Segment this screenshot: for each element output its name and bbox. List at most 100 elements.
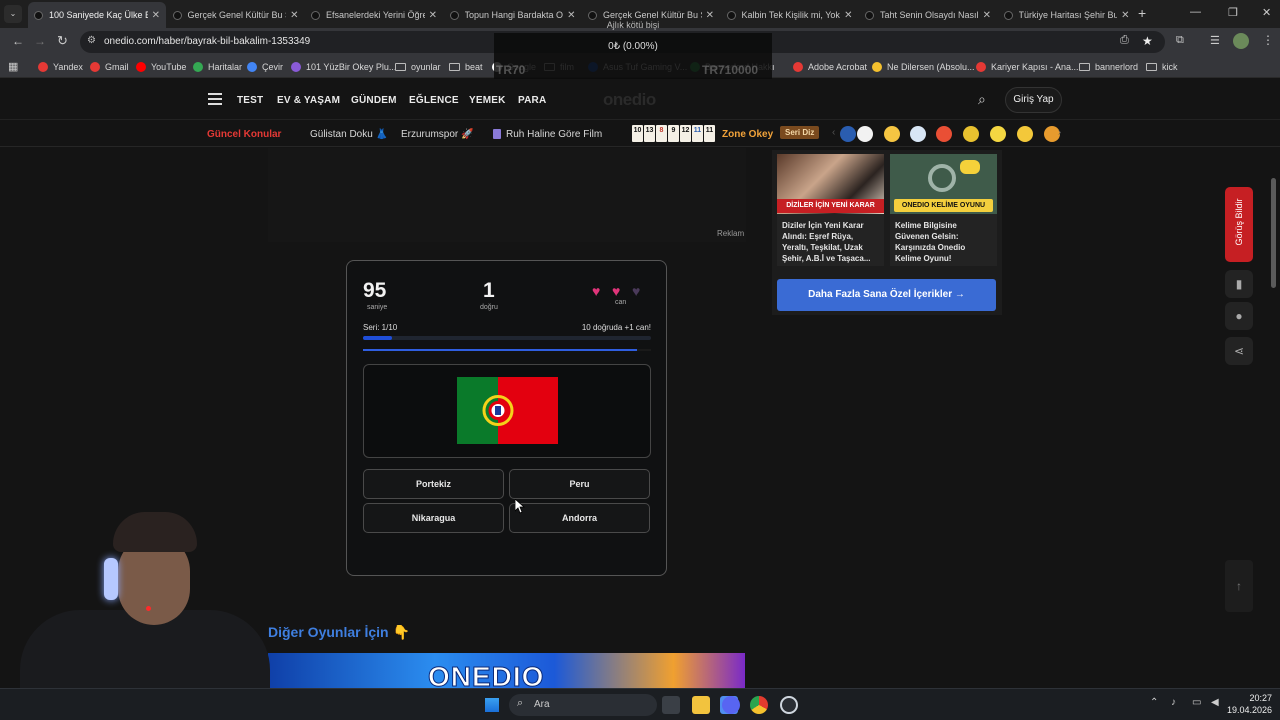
zone-okey-label[interactable]: Zone Okey xyxy=(722,129,773,140)
reading-list-icon[interactable]: ☰ xyxy=(1210,34,1220,47)
topic-item-3[interactable]: Ruh Haline Göre Film xyxy=(506,129,602,140)
tab-search-button[interactable]: ⌄ xyxy=(4,5,22,23)
browser-tab[interactable]: 100 Saniyede Kaç Ülke Bi ✕ xyxy=(28,2,166,28)
game-icon-1[interactable] xyxy=(840,126,856,142)
game-icon-4[interactable] xyxy=(910,126,926,142)
games-banner[interactable]: ONEDIO xyxy=(268,653,745,688)
game-icon-3[interactable] xyxy=(884,126,900,142)
scroll-left-icon[interactable]: ‹ xyxy=(832,127,835,138)
nav-para[interactable]: PARA xyxy=(518,95,546,106)
bookmark-item[interactable]: kick xyxy=(1146,59,1178,75)
tab-close-icon[interactable]: ✕ xyxy=(706,10,714,21)
option-peru[interactable]: Peru xyxy=(509,469,650,499)
bookmark-item[interactable]: oyunlar xyxy=(395,59,441,75)
more-content-button[interactable]: Daha Fazla Sana Özel İçerikler → xyxy=(777,279,996,311)
bookmark-icon[interactable]: ▮ xyxy=(1225,270,1253,298)
task-view-icon[interactable] xyxy=(662,696,680,714)
recommendation-card-1[interactable]: DİZİLER İÇİN YENİ KARAR Diziler İçin Yen… xyxy=(777,154,884,266)
topic-item-1[interactable]: Gülistan Doku 👗 xyxy=(310,129,388,140)
chrome-icon[interactable] xyxy=(750,696,768,714)
site-info-icon[interactable]: ⚙ xyxy=(87,35,96,46)
maximize-button[interactable]: ❐ xyxy=(1228,6,1238,19)
nav-eglence[interactable]: EĞLENCE xyxy=(409,95,459,106)
search-icon[interactable]: ⌕ xyxy=(978,91,986,108)
bookmark-item[interactable]: beat xyxy=(449,59,483,75)
okey-tiles[interactable]: 10 13 8 9 12 11 11 xyxy=(632,125,715,142)
extensions-icon[interactable]: ⧉ xyxy=(1176,34,1184,47)
taskbar-search[interactable]: ⌕ Ara xyxy=(509,694,657,716)
bookmark-item[interactable]: Gmail xyxy=(90,59,129,75)
hamburger-menu-icon[interactable] xyxy=(208,93,222,105)
page-scrollbar[interactable] xyxy=(1271,178,1276,288)
bookmark-item[interactable]: Ne Dilersen (Absolu... xyxy=(872,59,975,75)
bookmark-item[interactable]: YouTube xyxy=(136,59,186,75)
clock-date[interactable]: 19.04.2026 xyxy=(1222,705,1272,715)
login-button[interactable]: Giriş Yap xyxy=(1005,87,1062,113)
install-icon[interactable]: ⎙ xyxy=(1120,34,1129,47)
nav-yemek[interactable]: YEMEK xyxy=(469,95,506,106)
recommendation-card-2[interactable]: ONEDIO KELİME OYUNU Kelime Bilgisine Güv… xyxy=(890,154,997,266)
option-andorra[interactable]: Andorra xyxy=(509,503,650,533)
browser-tab[interactable]: Efsanelerdeki Yerini Öğren ✕ xyxy=(305,2,443,28)
browser-tab[interactable]: Gerçek Genel Kültür Bu Sı ✕ xyxy=(167,2,305,28)
tab-close-icon[interactable]: ✕ xyxy=(1121,10,1129,21)
bookmark-item[interactable]: bannerlord xyxy=(1079,59,1138,75)
bookmark-star-icon[interactable]: ★ xyxy=(1142,34,1153,48)
reload-icon[interactable]: ↻ xyxy=(57,33,68,49)
clock-time[interactable]: 20:27 xyxy=(1238,693,1272,703)
scroll-top-button[interactable]: ↑ xyxy=(1225,560,1253,612)
option-nikaragua[interactable]: Nikaragua xyxy=(363,503,504,533)
bookmark-item[interactable]: 101 YüzBir Okey Plu... xyxy=(291,59,396,75)
game-icon-dk[interactable] xyxy=(857,126,873,142)
scroll-right-icon[interactable]: › xyxy=(1058,127,1061,138)
network-icon[interactable]: ▭ xyxy=(1192,697,1201,708)
volume-icon[interactable]: ◀ xyxy=(1211,697,1219,708)
topic-item-2[interactable]: Erzurumspor 🚀 xyxy=(401,129,473,140)
option-portekiz[interactable]: Portekiz xyxy=(363,469,504,499)
browser-tab[interactable]: Taht Senin Olsaydı Nasıl B ✕ xyxy=(859,2,997,28)
bookmark-favicon-icon xyxy=(38,62,48,72)
tray-chevron-icon[interactable]: ⌃ xyxy=(1150,697,1158,708)
tab-close-icon[interactable]: ✕ xyxy=(152,10,160,21)
game-icon-7[interactable] xyxy=(990,126,1006,142)
share-icon[interactable]: ⋖ xyxy=(1225,337,1253,365)
menu-icon[interactable]: ⋮ xyxy=(1262,33,1274,47)
feedback-button[interactable]: Görüş Bildir xyxy=(1225,187,1253,262)
banner-text: ONEDIO xyxy=(427,661,545,689)
browser-tab[interactable]: Türkiye Haritası Şehir Bulı ✕ xyxy=(998,2,1136,28)
tab-close-icon[interactable]: ✕ xyxy=(983,10,991,21)
close-window-button[interactable]: ✕ xyxy=(1262,6,1271,19)
tab-close-icon[interactable]: ✕ xyxy=(429,10,437,21)
nav-gundem[interactable]: GÜNDEM xyxy=(351,95,397,106)
game-icon-5[interactable] xyxy=(936,126,952,142)
steam-icon[interactable] xyxy=(780,696,798,714)
nav-ev-yasam[interactable]: EV & YAŞAM xyxy=(277,95,340,106)
minimize-button[interactable]: — xyxy=(1190,6,1201,18)
game-icon-8[interactable] xyxy=(1017,126,1033,142)
card-2-caption[interactable]: Kelime Bilgisine Güvenen Gelsin: Karşını… xyxy=(895,220,993,264)
new-tab-button[interactable]: + xyxy=(1138,5,1146,21)
profile-avatar[interactable] xyxy=(1233,33,1249,49)
site-logo[interactable]: onedio xyxy=(603,90,656,110)
bookmark-item[interactable]: Yandex xyxy=(38,59,83,75)
bookmark-item[interactable]: Kariyer Kapısı - Ana... xyxy=(976,59,1079,75)
forward-icon[interactable]: → xyxy=(34,34,46,48)
discord-icon[interactable] xyxy=(722,696,740,714)
card-1-caption[interactable]: Diziler İçin Yeni Karar Alındı: Eşref Rü… xyxy=(782,220,880,264)
file-explorer-icon[interactable] xyxy=(692,696,710,714)
seri-diz-badge[interactable]: Seri Diz xyxy=(780,126,820,139)
windows-start-icon[interactable] xyxy=(485,698,499,712)
apps-icon[interactable]: ▦ xyxy=(8,60,18,73)
tab-close-icon[interactable]: ✕ xyxy=(290,10,298,21)
back-icon[interactable]: ← xyxy=(12,34,24,48)
tab-close-icon[interactable]: ✕ xyxy=(567,10,575,21)
url-text[interactable]: onedio.com/haber/bayrak-bil-bakalim-1353… xyxy=(104,36,310,47)
comment-icon[interactable]: ● xyxy=(1225,302,1253,330)
bookmark-item[interactable]: Adobe Acrobat xyxy=(793,59,867,75)
microphone-icon[interactable]: ♪ xyxy=(1171,697,1176,708)
nav-test[interactable]: TEST xyxy=(237,95,263,106)
tab-close-icon[interactable]: ✕ xyxy=(844,10,852,21)
bookmark-item[interactable]: Haritalar xyxy=(193,59,242,75)
game-icon-6[interactable] xyxy=(963,126,979,142)
bookmark-item[interactable]: Çevir xyxy=(247,59,283,75)
